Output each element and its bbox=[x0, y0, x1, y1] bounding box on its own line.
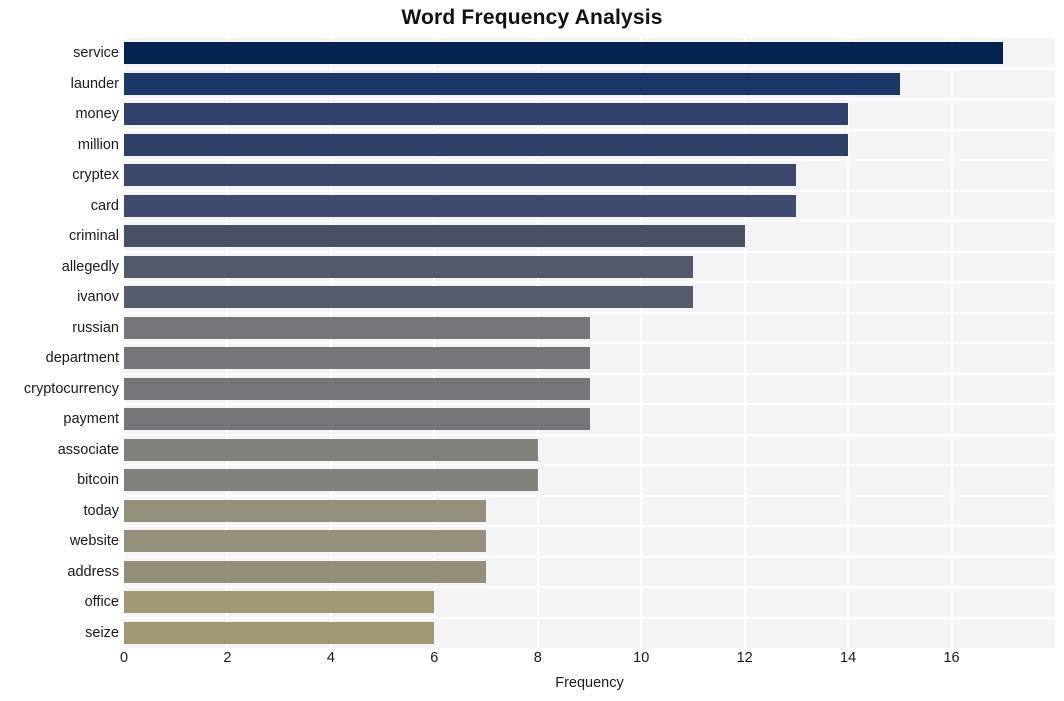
bar bbox=[124, 316, 590, 339]
gridline-horizontal bbox=[124, 586, 1055, 588]
y-tick-label: address bbox=[67, 563, 119, 580]
bar bbox=[124, 133, 849, 156]
gridline-horizontal bbox=[124, 525, 1055, 527]
y-tick-label: criminal bbox=[69, 228, 119, 245]
bar bbox=[124, 377, 590, 400]
y-tick-label: russian bbox=[72, 319, 119, 336]
gridline-horizontal bbox=[124, 464, 1055, 466]
gridline-horizontal bbox=[124, 311, 1055, 314]
gridline-horizontal bbox=[124, 342, 1055, 344]
y-tick-label: cryptocurrency bbox=[23, 380, 119, 397]
y-tick-label: website bbox=[69, 533, 119, 550]
x-tick-label: 10 bbox=[633, 650, 650, 666]
bar bbox=[124, 469, 538, 492]
y-tick-label: department bbox=[45, 350, 119, 367]
bar bbox=[124, 42, 1004, 65]
bar bbox=[124, 591, 435, 614]
gridline-horizontal bbox=[124, 98, 1055, 100]
x-tick-label: 0 bbox=[119, 650, 129, 666]
y-tick-label: card bbox=[90, 197, 119, 214]
bar bbox=[124, 408, 590, 431]
bar bbox=[124, 194, 797, 217]
plot-area bbox=[124, 38, 1055, 648]
y-tick-label: today bbox=[83, 502, 119, 519]
gridline-horizontal bbox=[124, 250, 1055, 253]
bar bbox=[124, 225, 745, 248]
x-tick-label: 4 bbox=[326, 650, 335, 666]
bar bbox=[124, 255, 693, 278]
gridline-horizontal bbox=[124, 128, 1055, 131]
y-tick-label: office bbox=[84, 594, 119, 611]
gridline-horizontal bbox=[124, 616, 1055, 619]
gridline-horizontal bbox=[124, 494, 1055, 497]
bar bbox=[124, 286, 693, 309]
x-tick-label: 12 bbox=[736, 650, 753, 666]
y-axis-tick-labels: service launder money million cryptex card cri… bbox=[0, 38, 119, 648]
gridline-horizontal bbox=[124, 67, 1055, 70]
y-tick-label: associate bbox=[57, 441, 119, 458]
bar bbox=[124, 560, 487, 583]
chart-title: Word Frequency Analysis bbox=[401, 6, 663, 29]
bar bbox=[124, 499, 487, 522]
y-tick-label: million bbox=[77, 136, 119, 153]
y-tick-label: launder bbox=[70, 75, 119, 92]
x-tick-label: 14 bbox=[840, 650, 857, 666]
bar bbox=[124, 72, 900, 95]
bar bbox=[124, 103, 849, 126]
gridline-horizontal bbox=[124, 220, 1055, 222]
x-axis-title: Frequency bbox=[555, 675, 624, 691]
gridline-horizontal bbox=[124, 159, 1055, 161]
x-tick-label: 16 bbox=[943, 650, 960, 666]
gridline-horizontal bbox=[124, 555, 1055, 558]
x-tick-label: 6 bbox=[430, 650, 439, 666]
gridline-horizontal bbox=[124, 372, 1055, 375]
bar bbox=[124, 164, 797, 187]
y-tick-label: payment bbox=[63, 411, 119, 428]
y-tick-label: cryptex bbox=[72, 167, 119, 184]
y-tick-label: allegedly bbox=[61, 258, 119, 275]
bar bbox=[124, 347, 590, 370]
y-tick-label: service bbox=[73, 45, 119, 62]
y-tick-label: seize bbox=[85, 624, 119, 641]
gridline-horizontal bbox=[124, 433, 1055, 436]
bar bbox=[124, 438, 538, 461]
x-tick-label: 2 bbox=[223, 650, 232, 666]
gridline-horizontal bbox=[124, 281, 1055, 283]
bar bbox=[124, 621, 435, 644]
bar bbox=[124, 530, 487, 553]
y-tick-label: ivanov bbox=[77, 289, 119, 306]
x-axis-tick-labels: 0 2 4 6 8 10 12 14 16 bbox=[120, 650, 1055, 672]
x-tick-label: 8 bbox=[533, 650, 542, 666]
gridline-horizontal bbox=[124, 403, 1055, 405]
y-tick-label: bitcoin bbox=[77, 472, 119, 489]
chart-figure: Word Frequency Analysis service launder mo… bbox=[0, 0, 1064, 701]
gridline-horizontal bbox=[124, 189, 1055, 192]
y-tick-label: money bbox=[75, 106, 119, 123]
